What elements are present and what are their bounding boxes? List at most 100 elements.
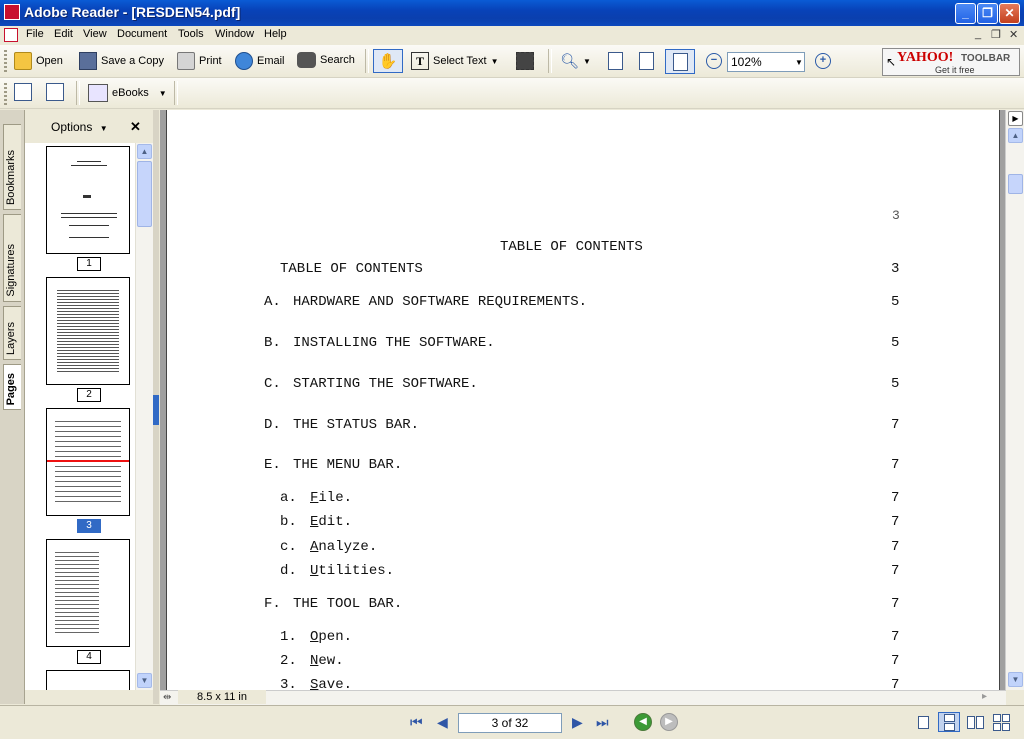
last-page-icon[interactable]: ⏭: [596, 714, 609, 731]
panel-splitter[interactable]: [153, 110, 159, 704]
go-forward-icon[interactable]: ▶: [660, 713, 678, 731]
toc-entry[interactable]: E. THE MENU BAR. 7: [167, 457, 1001, 475]
toc-entry[interactable]: 1. Open. 7: [167, 629, 1001, 647]
ebooks-button[interactable]: eBooks ▼: [88, 84, 167, 102]
tab-pages[interactable]: Pages: [3, 364, 21, 410]
toc-entry[interactable]: A. HARDWARE AND SOFTWARE REQUIREMENTS. 5: [167, 294, 1001, 312]
toolbar-grip[interactable]: [4, 50, 7, 72]
select-text-button[interactable]: T Select Text ▼: [411, 52, 499, 70]
menu-edit[interactable]: Edit: [54, 28, 73, 40]
document-horizontal-scrollbar[interactable]: ⇹ ▸: [160, 690, 1006, 705]
page-thumbnail-3[interactable]: [46, 408, 130, 516]
fit-width-button[interactable]: [665, 49, 695, 74]
menu-tools[interactable]: Tools: [178, 28, 204, 40]
go-back-icon[interactable]: ◀: [634, 713, 652, 731]
first-page-icon[interactable]: ⏮: [410, 714, 423, 731]
toolbar-grip[interactable]: [4, 83, 7, 105]
previous-page-icon[interactable]: ◀: [437, 714, 448, 731]
zoom-in-tool-button[interactable]: 🔍︎ ▼: [560, 52, 591, 70]
toc-entry[interactable]: F. THE TOOL BAR. 7: [167, 596, 1001, 614]
rotate-page-ccw-button[interactable]: [46, 83, 64, 101]
save-copy-button[interactable]: Save a Copy: [79, 52, 164, 70]
toc-entry[interactable]: d. Utilities. 7: [167, 563, 1001, 581]
maximize-button[interactable]: ❐: [977, 3, 998, 24]
tab-layers[interactable]: Layers: [3, 306, 21, 360]
menu-view[interactable]: View: [83, 28, 107, 40]
doc-close-button[interactable]: ✕: [1009, 28, 1018, 41]
facing-layout-button[interactable]: [964, 712, 986, 732]
zoom-level-field[interactable]: 102%: [727, 52, 805, 72]
next-page-icon[interactable]: ▶: [572, 714, 583, 731]
page-thumbnail-4[interactable]: [46, 539, 130, 647]
yahoo-logo: YAHOO!: [897, 50, 954, 65]
doc-minimize-button[interactable]: _: [975, 28, 981, 40]
email-globe-icon: [235, 52, 253, 70]
page-thumbnail-5[interactable]: [46, 670, 130, 690]
toc-entry[interactable]: 2. New. 7: [167, 653, 1001, 671]
options-menu[interactable]: Options ▼: [51, 120, 108, 134]
continuous-layout-button[interactable]: [938, 712, 960, 732]
scroll-down-icon[interactable]: ▼: [137, 673, 152, 688]
close-button[interactable]: ✕: [999, 3, 1020, 24]
camera-icon: [516, 52, 534, 70]
menu-help[interactable]: Help: [264, 28, 287, 40]
zoom-in-button[interactable]: +: [815, 53, 831, 69]
snapshot-button[interactable]: [516, 52, 534, 70]
hand-tool-button[interactable]: ✋: [373, 49, 403, 73]
toc-entry[interactable]: B. INSTALLING THE SOFTWARE. 5: [167, 335, 1001, 353]
toc-entry[interactable]: C. STARTING THE SOFTWARE. 5: [167, 376, 1001, 394]
menu-window[interactable]: Window: [215, 28, 254, 40]
split-handle-icon[interactable]: ⇹: [163, 692, 171, 703]
menu-file[interactable]: File: [26, 28, 44, 40]
floppy-disk-icon: [79, 52, 97, 70]
doc-restore-button[interactable]: ❐: [991, 28, 1001, 41]
zoom-level-dropdown-icon[interactable]: ▼: [795, 58, 803, 67]
pdf-document-icon[interactable]: [4, 28, 18, 42]
toc-entry[interactable]: TABLE OF CONTENTS 3: [167, 261, 1001, 279]
document-scrollbar[interactable]: ▶ ▲ ▼: [1005, 110, 1024, 690]
toc-entry[interactable]: b. Edit. 7: [167, 514, 1001, 532]
tab-bookmarks[interactable]: Bookmarks: [3, 124, 21, 210]
panel-close-icon[interactable]: ✕: [130, 119, 141, 135]
document-scroll-thumb[interactable]: [1008, 174, 1023, 194]
zoom-tool-dropdown-icon[interactable]: ▼: [583, 57, 591, 66]
toc-entry[interactable]: c. Analyze. 7: [167, 539, 1001, 557]
print-button[interactable]: Print: [177, 52, 222, 70]
menu-bar: File Edit View Document Tools Window Hel…: [0, 26, 1024, 45]
pages-scroll-thumb[interactable]: [137, 161, 152, 227]
doc-scroll-down-icon[interactable]: ▼: [1008, 672, 1023, 687]
zoom-out-button[interactable]: −: [706, 53, 722, 69]
pages-panel-scrollbar[interactable]: ▲ ▼: [135, 143, 153, 690]
splitter-knob[interactable]: [153, 395, 159, 425]
doc-scroll-up-icon[interactable]: ▲: [1008, 128, 1023, 143]
toc-entry[interactable]: 3. Save. 7: [167, 677, 1001, 690]
tab-signatures[interactable]: Signatures: [3, 214, 21, 302]
email-button[interactable]: Email: [235, 52, 285, 70]
continuous-facing-layout-button[interactable]: [990, 712, 1012, 732]
open-button[interactable]: Open: [14, 52, 63, 70]
text-cursor-icon: T: [411, 52, 429, 70]
toc-entry-text: Save.: [310, 677, 352, 690]
toc-entry[interactable]: a. File. 7: [167, 490, 1001, 508]
rotate-page-button[interactable]: [14, 83, 32, 101]
actual-size-button[interactable]: [608, 52, 623, 70]
single-page-layout-button[interactable]: [912, 712, 934, 732]
yahoo-toolbar-button[interactable]: ↖ YAHOO! TOOLBAR Get it free: [882, 48, 1020, 76]
search-button[interactable]: Search: [297, 52, 355, 68]
toc-entry-marker: b.: [280, 514, 297, 530]
fit-page-button[interactable]: [639, 52, 654, 70]
next-page-arrow-icon[interactable]: ▶: [1008, 111, 1023, 126]
scroll-right-icon[interactable]: ▸: [982, 691, 987, 702]
toc-entry-page: 7: [891, 677, 900, 690]
page-thumbnail-1[interactable]: [46, 146, 130, 254]
ebooks-dropdown-icon[interactable]: ▼: [159, 89, 167, 98]
menu-document[interactable]: Document: [117, 28, 167, 40]
current-view-marker[interactable]: [47, 460, 129, 462]
page-thumbnail-2[interactable]: [46, 277, 130, 385]
status-bar: ⏮ ◀ 3 of 32 ▶ ⏭ ◀ ▶: [0, 705, 1024, 739]
page-number-field[interactable]: 3 of 32: [458, 713, 562, 733]
minimize-button[interactable]: _: [955, 3, 976, 24]
toc-entry[interactable]: D. THE STATUS BAR. 7: [167, 417, 1001, 435]
scroll-up-icon[interactable]: ▲: [137, 144, 152, 159]
select-text-dropdown-icon[interactable]: ▼: [491, 57, 499, 66]
